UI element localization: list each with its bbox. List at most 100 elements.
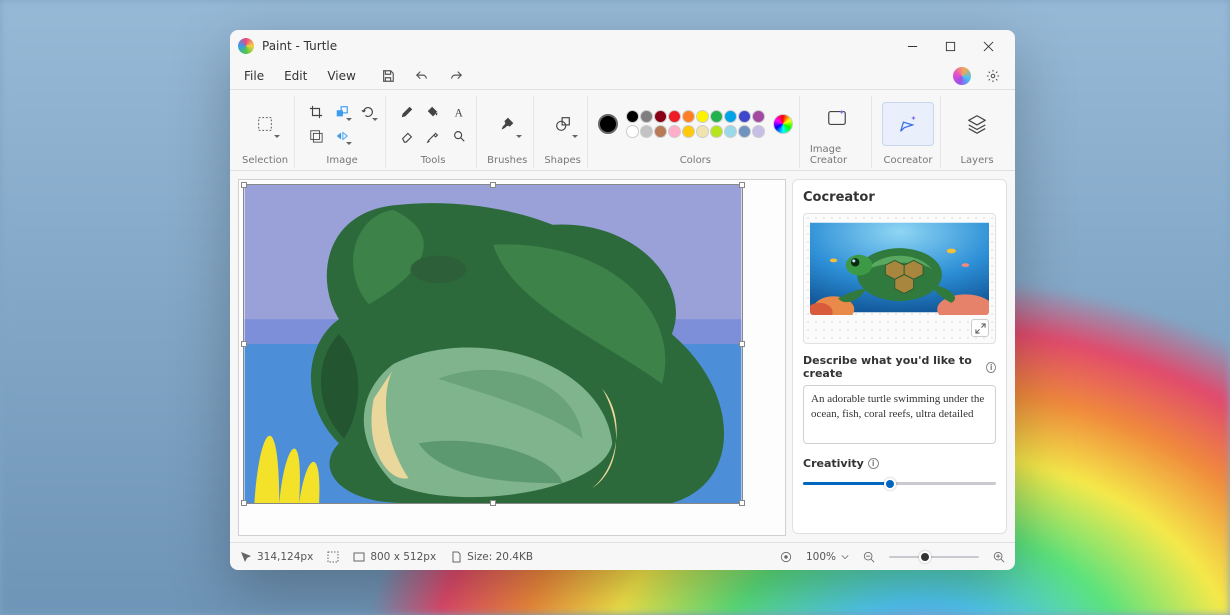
window-title: Paint - Turtle — [262, 39, 337, 53]
color-swatch[interactable] — [696, 125, 709, 138]
cocreator-button[interactable] — [882, 102, 934, 146]
save-button[interactable] — [376, 64, 400, 88]
color-swatch[interactable] — [626, 110, 639, 123]
group-image-creator: Image Creator — [804, 96, 872, 168]
zoom-slider[interactable] — [889, 550, 979, 564]
info-icon[interactable]: i — [868, 458, 879, 469]
cocreator-preview-image[interactable] — [810, 220, 989, 315]
group-label: Selection — [242, 155, 288, 166]
picker-tool[interactable] — [422, 126, 444, 146]
pencil-tool[interactable] — [396, 102, 418, 122]
canvas[interactable] — [243, 184, 743, 504]
fill-tool[interactable] — [422, 102, 444, 122]
group-tools: A Tools — [390, 96, 477, 168]
crop-tool[interactable] — [305, 102, 327, 122]
color-swatch[interactable] — [654, 125, 667, 138]
cursor-position: 314,124px — [240, 551, 313, 563]
settings-button[interactable] — [981, 64, 1005, 88]
zoom-out-button[interactable] — [863, 551, 875, 563]
group-shapes: Shapes — [538, 96, 588, 168]
group-label: Tools — [421, 155, 446, 166]
color-swatch[interactable] — [654, 110, 667, 123]
paint-window: Paint - Turtle File Edit View Selection — [230, 30, 1015, 570]
resize-handle[interactable] — [739, 341, 745, 347]
color-swatch[interactable] — [668, 125, 681, 138]
resize-handle[interactable] — [490, 500, 496, 506]
color-swatch[interactable] — [626, 125, 639, 138]
canvas-area — [230, 171, 792, 542]
resize-handle[interactable] — [241, 341, 247, 347]
redo-button[interactable] — [444, 64, 468, 88]
paint-app-icon — [238, 38, 254, 54]
cocreator-preview — [803, 213, 996, 344]
resize-handle[interactable] — [241, 500, 247, 506]
resize-handle[interactable] — [739, 182, 745, 188]
color-swatch[interactable] — [738, 125, 751, 138]
menu-file[interactable]: File — [234, 65, 274, 87]
color-swatch[interactable] — [710, 110, 723, 123]
rotate-tool[interactable] — [357, 102, 379, 122]
svg-text:A: A — [455, 107, 464, 119]
shapes-tool[interactable] — [547, 109, 579, 139]
resize-handle[interactable] — [241, 182, 247, 188]
canvas-drawing — [244, 185, 742, 503]
edit-colors-button[interactable] — [773, 114, 793, 134]
canvas-size: 800 x 512px — [353, 551, 436, 563]
color-swatch[interactable] — [696, 110, 709, 123]
info-icon[interactable]: i — [986, 362, 996, 373]
close-button[interactable] — [969, 30, 1007, 62]
prompt-input[interactable] — [803, 385, 996, 444]
color-swatch[interactable] — [724, 110, 737, 123]
color-swatch[interactable] — [752, 125, 765, 138]
layers-icon[interactable] — [305, 126, 327, 146]
canvas-viewport[interactable] — [238, 179, 786, 536]
menu-view[interactable]: View — [317, 65, 365, 87]
color-swatch[interactable] — [724, 125, 737, 138]
selection-size — [327, 551, 339, 563]
menu-bar: File Edit View — [230, 62, 1015, 90]
undo-button[interactable] — [410, 64, 434, 88]
flip-tool[interactable] — [331, 126, 353, 146]
group-cocreator: Cocreator — [876, 96, 941, 168]
group-brushes: Brushes — [481, 96, 534, 168]
select-tool[interactable] — [249, 109, 281, 139]
autosave-icon[interactable] — [780, 551, 792, 563]
group-selection: Selection — [236, 96, 295, 168]
text-tool[interactable]: A — [448, 102, 470, 122]
group-label: Image Creator — [810, 144, 865, 166]
color-primary[interactable] — [598, 114, 618, 134]
describe-label: Describe what you'd like to create — [803, 354, 982, 380]
group-label: Shapes — [544, 155, 581, 166]
zoom-in-button[interactable] — [993, 551, 1005, 563]
layers-button[interactable] — [951, 102, 1003, 146]
zoom-tool[interactable] — [448, 126, 470, 146]
zoom-level: 100% — [806, 551, 849, 563]
color-swatch[interactable] — [682, 125, 695, 138]
maximize-button[interactable] — [931, 30, 969, 62]
color-swatch[interactable] — [752, 110, 765, 123]
color-swatch[interactable] — [682, 110, 695, 123]
group-label: Image — [326, 155, 357, 166]
creativity-slider[interactable] — [803, 475, 996, 493]
expand-preview-button[interactable] — [971, 319, 989, 337]
color-swatch[interactable] — [668, 110, 681, 123]
menu-edit[interactable]: Edit — [274, 65, 317, 87]
brush-tool[interactable] — [491, 109, 523, 139]
group-image: Image — [299, 96, 386, 168]
minimize-button[interactable] — [893, 30, 931, 62]
resize-handle[interactable] — [490, 182, 496, 188]
color-swatch[interactable] — [738, 110, 751, 123]
image-creator-button[interactable] — [811, 96, 863, 140]
color-swatch[interactable] — [710, 125, 723, 138]
copilot-icon[interactable] — [953, 67, 971, 85]
group-colors: Colors — [592, 96, 800, 168]
resize-handle[interactable] — [739, 500, 745, 506]
color-swatch[interactable] — [640, 110, 653, 123]
cocreator-title: Cocreator — [803, 190, 996, 205]
resize-tool[interactable] — [331, 102, 353, 122]
title-bar[interactable]: Paint - Turtle — [230, 30, 1015, 62]
file-size: Size: 20.4KB — [450, 551, 533, 563]
color-swatch[interactable] — [640, 125, 653, 138]
eraser-tool[interactable] — [396, 126, 418, 146]
ribbon-toolbar: Selection Image — [230, 90, 1015, 171]
